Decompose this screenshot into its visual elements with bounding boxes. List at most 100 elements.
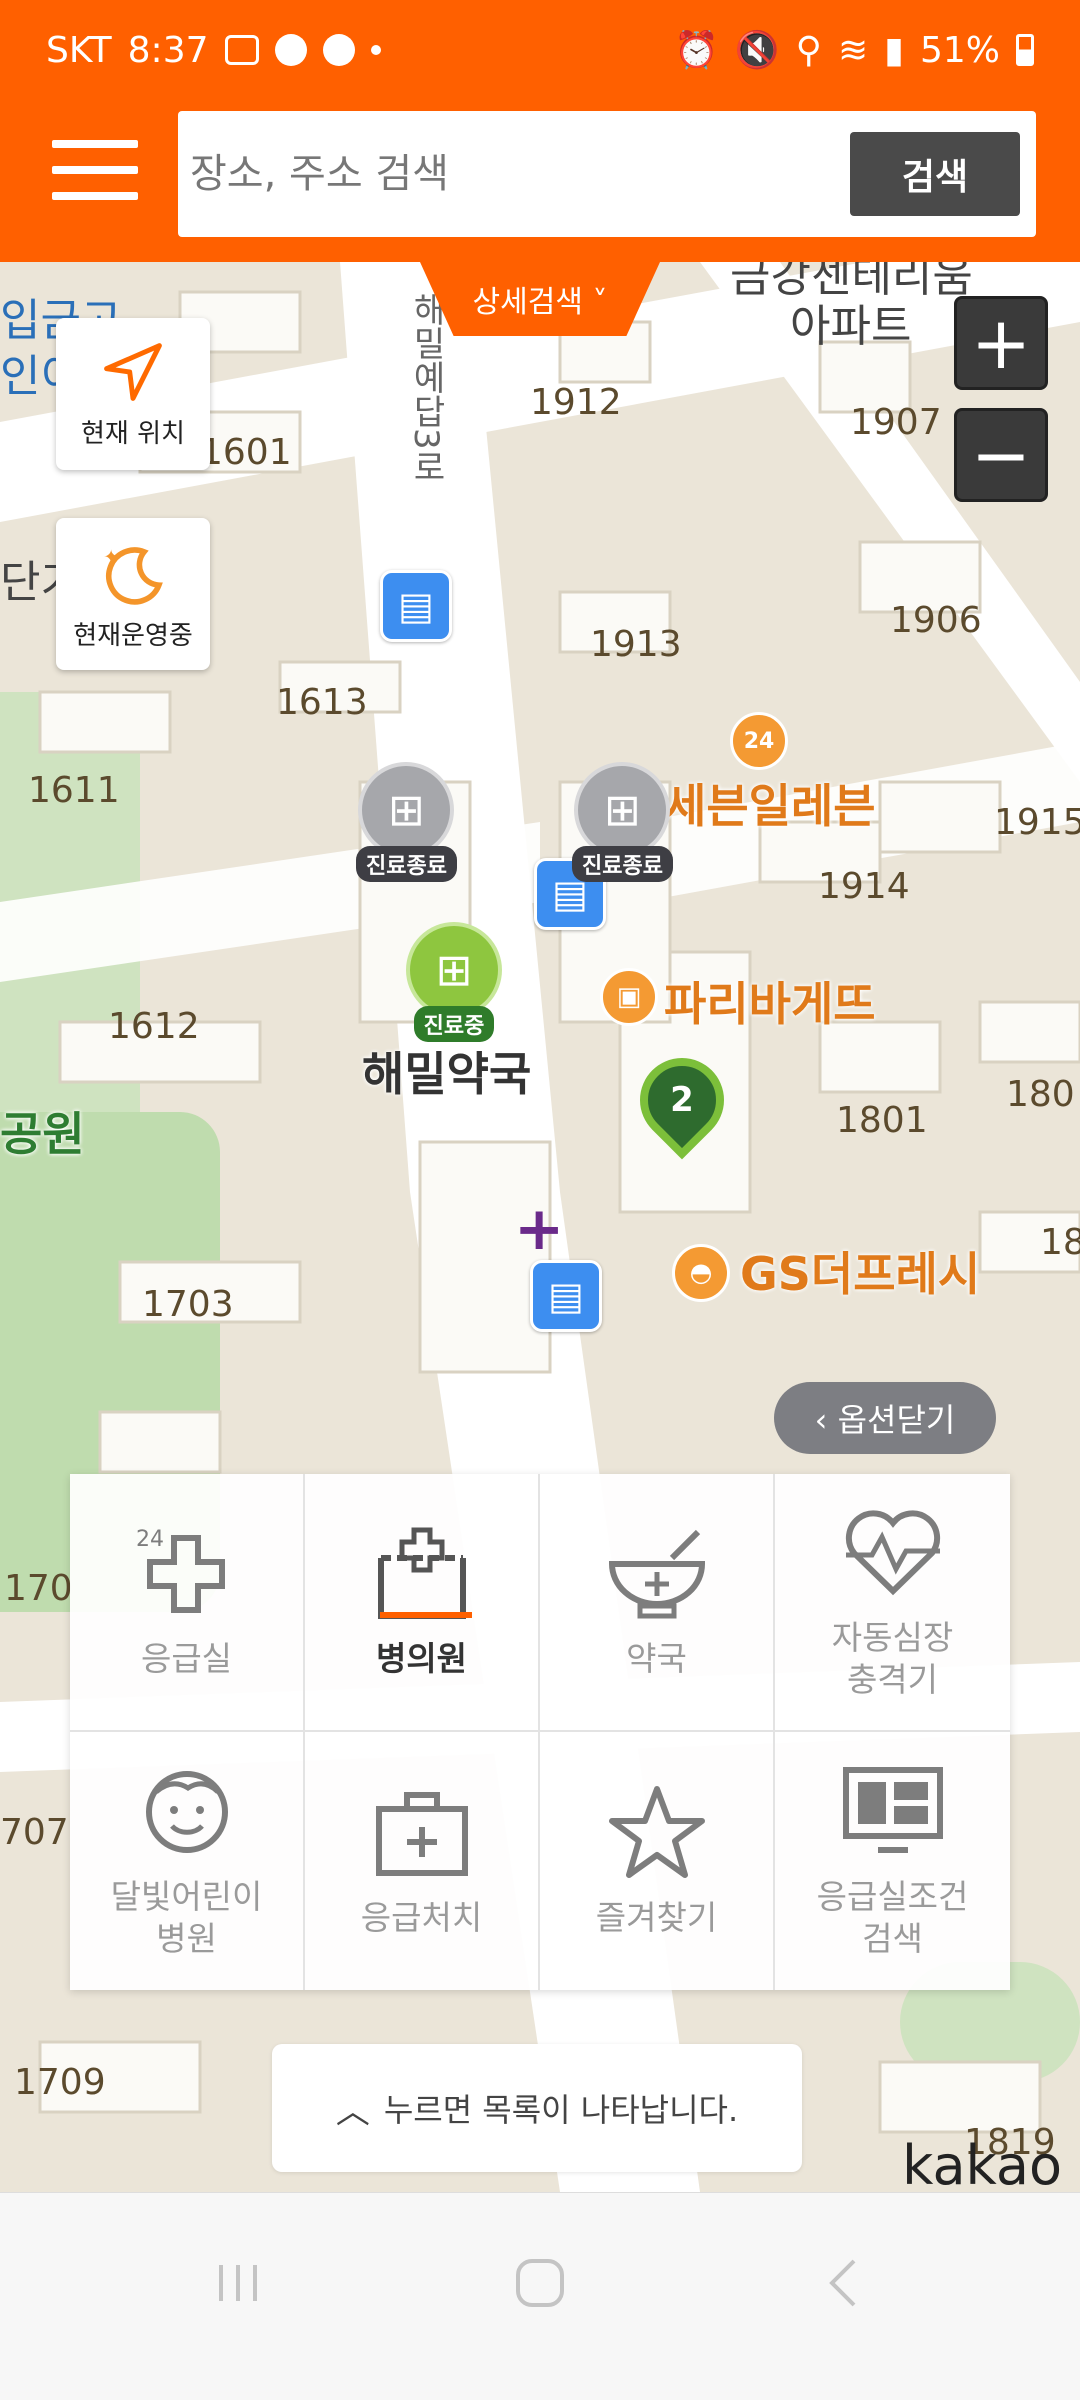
pharmacy-icon	[608, 1529, 705, 1619]
status-badge: 진료중	[413, 1006, 495, 1042]
building-label: 18	[1040, 1222, 1080, 1263]
cluster-count: 2	[670, 1080, 694, 1120]
hospital-marker-closed[interactable]: ⊞ 진료종료	[356, 762, 457, 882]
category-emergency-room[interactable]: 24 응급실	[70, 1474, 305, 1732]
home-icon[interactable]	[480, 2233, 600, 2333]
open-now-label: 현재운영중	[73, 620, 193, 651]
grocery-basket-icon[interactable]: ◓	[672, 1244, 730, 1302]
svg-text:✦: ✦	[103, 546, 119, 567]
building-label: 1914	[818, 866, 910, 907]
first-aid-icon	[375, 1792, 468, 1876]
category-defibrillator[interactable]: 자동심장 충격기	[775, 1474, 1010, 1732]
building-label: 1906	[890, 600, 982, 641]
svg-text:24: 24	[136, 1527, 164, 1552]
category-pharmacy[interactable]: 약국	[540, 1474, 775, 1732]
building-label: 1613	[276, 682, 368, 723]
apartment-name-label: 금강센테리움	[730, 262, 973, 302]
poi-7eleven[interactable]: 세븐일레븐	[664, 770, 876, 836]
wifi-icon: ≋	[838, 29, 869, 71]
category-label: 달빛어린이 병원	[110, 1877, 263, 1958]
kakao-logo: kakao	[902, 2134, 1062, 2197]
navigation-arrow-icon	[104, 342, 162, 401]
pharmacy-label[interactable]: 해밀약국	[362, 1038, 531, 1104]
app-root: SKT 8:37 ⏰ 🔇 ⚲ ≋ ▮ 51% 검색	[0, 0, 1080, 2400]
category-favorites[interactable]: 즐겨찾기	[540, 1732, 775, 1990]
search-bar: 검색	[178, 111, 1036, 237]
building-label: 1912	[530, 382, 622, 423]
star-icon	[608, 1786, 705, 1878]
clock: 8:37	[127, 29, 209, 71]
hospital-icon: ⊞	[358, 762, 455, 858]
category-label: 약국	[626, 1639, 687, 1678]
bus-stop-icon[interactable]: ▤	[380, 570, 452, 642]
status-bar: SKT 8:37 ⏰ 🔇 ⚲ ≋ ▮ 51%	[0, 0, 1080, 100]
pharmacy-cross-icon[interactable]: +	[514, 1194, 564, 1264]
top-bar: 검색	[0, 100, 1080, 262]
battery-icon	[1016, 34, 1034, 66]
bakery-icon[interactable]: ▣	[600, 968, 658, 1026]
poi-paris-baguette[interactable]: 파리바게뜨	[664, 968, 876, 1034]
category-er-condition-search[interactable]: 응급실조건 검색	[775, 1732, 1010, 1990]
chevron-up-icon: ︿	[335, 2091, 370, 2132]
system-nav-bar	[0, 2192, 1080, 2400]
search-button[interactable]: 검색	[850, 132, 1020, 216]
building-label: 1907	[850, 402, 942, 443]
chat-notification-icon	[322, 34, 355, 66]
options-close-button[interactable]: ‹ 옵션닫기	[774, 1382, 996, 1454]
er-condition-search-icon	[842, 1767, 943, 1853]
poi-gs-the-fresh[interactable]: GS더프레시	[740, 1238, 980, 1304]
building-label: 170	[4, 1568, 73, 1609]
building-label: 1611	[28, 770, 120, 811]
child-hospital-icon	[145, 1771, 228, 1853]
open-now-button[interactable]: ✦ 현재운영중	[56, 518, 210, 670]
search-input[interactable]	[178, 111, 850, 237]
category-grid: 24 응급실 병의원 약국 자동심장 충격기 달빛어린이 병원 응급처치 즐겨찾…	[70, 1474, 1010, 1990]
building-label: 1601	[200, 432, 292, 473]
status-badge: 진료종료	[572, 846, 673, 882]
hospital-marker-open[interactable]: ⊞ 진료중	[406, 922, 502, 1042]
building-label: 1801	[836, 1100, 928, 1141]
alarm-icon: ⏰	[673, 30, 719, 71]
bus-stop-icon[interactable]: ▤	[530, 1260, 602, 1332]
category-hospital[interactable]: 병의원	[305, 1474, 540, 1732]
building-label: 707	[0, 1812, 69, 1853]
category-child-hospital[interactable]: 달빛어린이 병원	[70, 1732, 305, 1990]
hamburger-menu-icon[interactable]	[52, 140, 138, 200]
detail-search-tab[interactable]: 상세검색 ˅	[420, 262, 660, 336]
moon-stars-icon: ✦	[103, 546, 163, 605]
back-icon[interactable]	[782, 2233, 902, 2333]
defibrillator-icon	[845, 1510, 940, 1596]
category-label: 응급실조건 검색	[816, 1877, 969, 1958]
category-first-aid[interactable]: 응급처치	[305, 1732, 540, 1990]
list-toggle-bar[interactable]: ︿ 누르면 목록이 나타납니다.	[272, 2044, 802, 2172]
emergency-24-icon: 24	[136, 1527, 225, 1613]
recent-apps-icon[interactable]	[178, 2233, 298, 2333]
building-label: 1915	[994, 802, 1080, 843]
battery-level: 51%	[919, 29, 1000, 71]
zoom-in-button[interactable]: +	[954, 296, 1048, 390]
carrier-label: SKT	[46, 29, 112, 71]
building-label: 1612	[108, 1006, 200, 1047]
category-label: 병의원	[375, 1639, 468, 1678]
signal-icon: ▮	[884, 29, 904, 71]
convenience-store-icon[interactable]: 24	[730, 712, 788, 770]
hospital-icon	[377, 1527, 466, 1619]
category-label: 응급실	[140, 1639, 233, 1678]
zoom-out-button[interactable]: −	[954, 408, 1048, 502]
hospital-icon: ⊞	[406, 922, 502, 1018]
hospital-icon: ⊞	[574, 762, 671, 858]
hospital-marker-closed[interactable]: ⊞ 진료종료	[572, 762, 673, 882]
more-notifications-icon	[370, 45, 381, 55]
building-label: 1703	[142, 1284, 234, 1325]
talk-notification-icon	[274, 34, 307, 66]
park-label: 공원	[0, 1107, 85, 1161]
list-hint-label: 누르면 목록이 나타납니다.	[383, 2091, 739, 2129]
current-location-button[interactable]: 현재 위치	[56, 318, 210, 470]
status-badge: 진료종료	[356, 846, 457, 882]
gallery-notification-icon	[224, 35, 259, 65]
building-label: 180	[1006, 1074, 1075, 1115]
category-label: 자동심장 충격기	[831, 1618, 954, 1699]
category-label: 응급처치	[360, 1898, 483, 1937]
building-label: 1913	[590, 624, 682, 665]
selected-indicator	[380, 1612, 473, 1618]
